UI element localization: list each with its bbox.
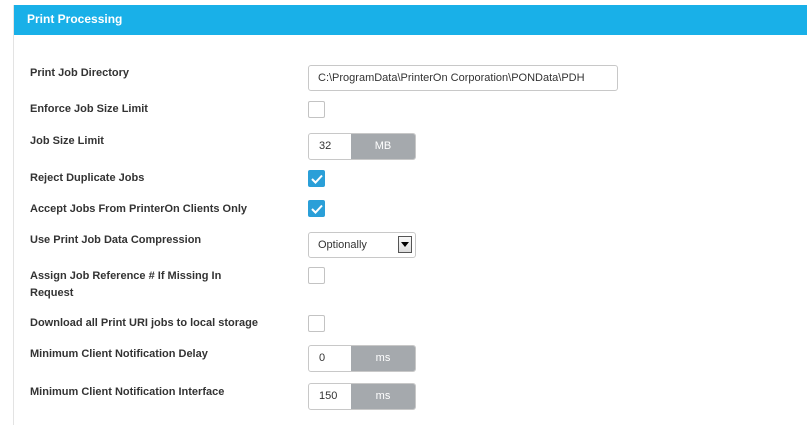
min-notification-delay-unit: ms xyxy=(351,346,415,371)
min-notification-interface-unit: ms xyxy=(351,384,415,409)
job-size-limit-unit: MB xyxy=(351,134,415,159)
reject-duplicate-jobs-label: Reject Duplicate Jobs xyxy=(30,172,145,184)
enforce-job-size-limit-label: Enforce Job Size Limit xyxy=(30,103,148,115)
print-job-directory-input[interactable]: C:\ProgramData\PrinterOn Corporation\PON… xyxy=(308,65,618,91)
assign-job-reference-label: Assign Job Reference # If Missing In Req… xyxy=(30,270,222,299)
min-notification-delay-input[interactable]: 0 xyxy=(309,346,351,371)
data-compression-select[interactable]: Optionally xyxy=(308,232,416,258)
min-notification-interface-label: Minimum Client Notification Interface xyxy=(30,386,225,398)
min-notification-delay-label: Minimum Client Notification Delay xyxy=(30,348,208,360)
checkmark-icon xyxy=(311,174,323,184)
accept-printeron-only-checkbox[interactable] xyxy=(308,200,325,217)
min-notification-interface-input[interactable]: 150 xyxy=(309,384,351,409)
checkmark-icon xyxy=(311,204,323,214)
min-notification-interface-field[interactable]: 150 ms xyxy=(308,383,416,410)
data-compression-selected: Optionally xyxy=(318,239,367,251)
data-compression-label: Use Print Job Data Compression xyxy=(30,234,202,246)
download-print-uri-label: Download all Print URI jobs to local sto… xyxy=(30,317,258,329)
job-size-limit-input[interactable]: 32 xyxy=(309,134,351,159)
accept-printeron-only-label: Accept Jobs From PrinterOn Clients Only xyxy=(30,203,247,215)
min-notification-delay-field[interactable]: 0 ms xyxy=(308,345,416,372)
dropdown-button[interactable] xyxy=(398,236,412,253)
panel-title: Print Processing xyxy=(14,5,807,35)
job-size-limit-field[interactable]: 32 MB xyxy=(308,133,416,160)
job-size-limit-label: Job Size Limit xyxy=(30,135,104,147)
reject-duplicate-jobs-checkbox[interactable] xyxy=(308,170,325,187)
enforce-job-size-limit-checkbox[interactable] xyxy=(308,101,325,118)
assign-job-reference-checkbox[interactable] xyxy=(308,267,325,284)
chevron-down-icon xyxy=(401,242,409,247)
download-print-uri-checkbox[interactable] xyxy=(308,315,325,332)
print-job-directory-label: Print Job Directory xyxy=(30,67,130,79)
